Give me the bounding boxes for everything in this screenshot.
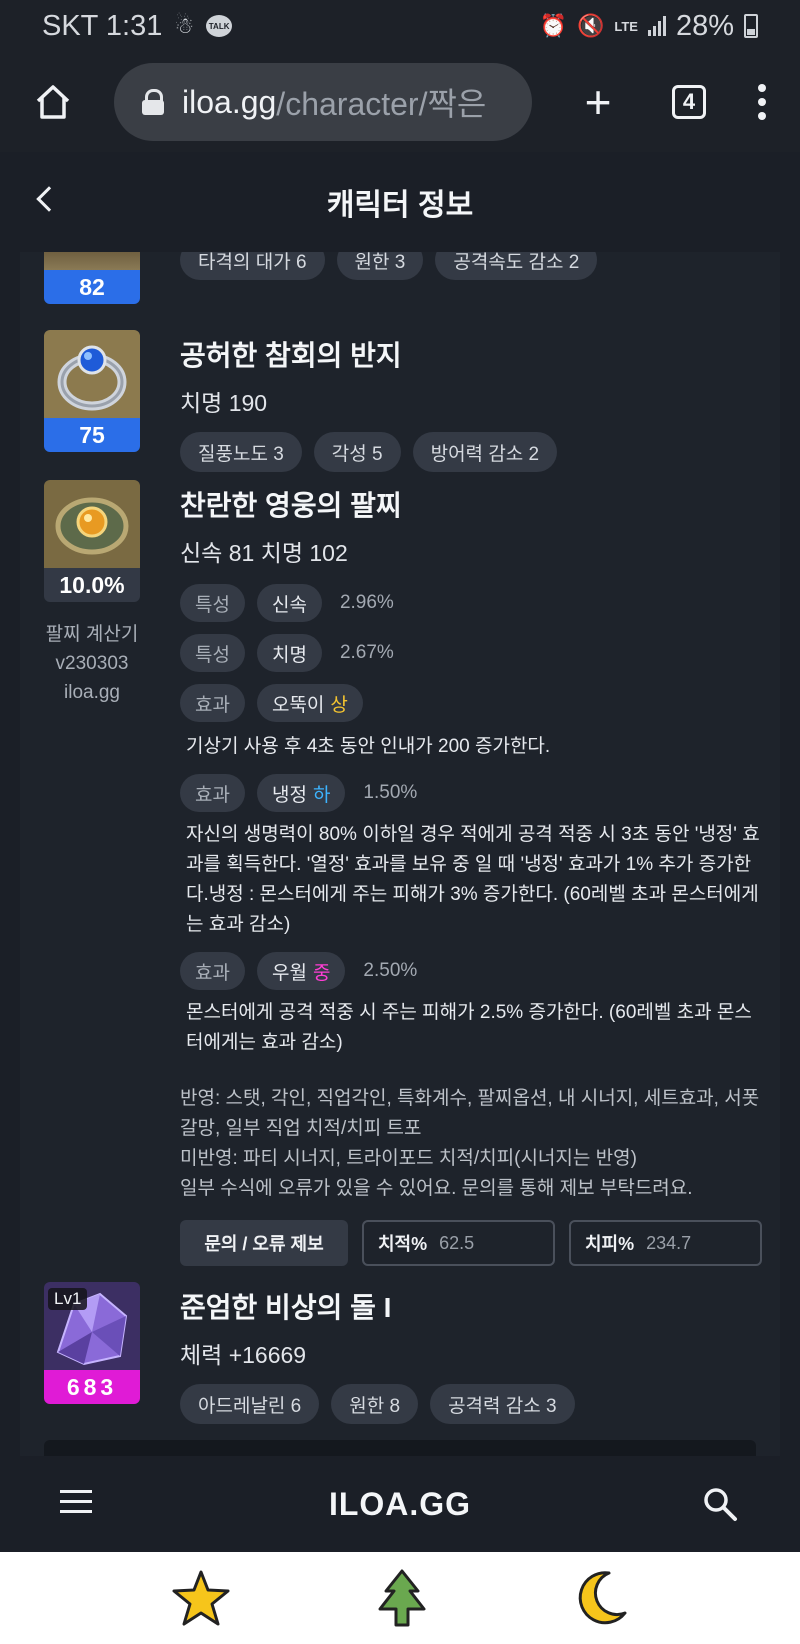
site-logo[interactable]: ILOA.GG xyxy=(329,1486,471,1523)
earring-image xyxy=(44,252,140,270)
option-percent: 2.50% xyxy=(363,960,418,981)
engraving-chip: 공격속도 감소 2 xyxy=(435,252,598,280)
option-grade: 하 xyxy=(312,784,331,806)
battery-icon xyxy=(744,14,758,38)
bracelet-image xyxy=(44,480,140,568)
crit-rate-field[interactable]: 치적% 62.5 xyxy=(362,1220,555,1266)
option-description: 기상기 사용 후 4초 동안 인내가 200 증가한다. xyxy=(186,736,551,757)
option-value: 냉정 하 xyxy=(256,774,346,812)
option-grade: 중 xyxy=(312,962,331,984)
option-description: 몬스터에게 공격 적중 시 주는 피해가 2.5% 증가한다. (60레벨 초과… xyxy=(186,1002,752,1053)
engraving-chip: 질풍노도 3 xyxy=(180,432,302,472)
item-quality: 82 xyxy=(44,270,140,304)
item-name: 준엄한 비상의 돌 I xyxy=(180,1292,392,1323)
android-navigation-bar xyxy=(0,1552,800,1644)
ring-icon xyxy=(44,330,140,418)
option-value: 신속 xyxy=(256,584,322,622)
option-value: 우월 중 xyxy=(256,952,346,990)
stone-image: Lv1 xyxy=(44,1282,140,1370)
item-stat: 체력 +16669 xyxy=(180,1342,307,1368)
option-value: 오뚝이 상 xyxy=(256,684,363,722)
bracelet-icon xyxy=(44,480,140,568)
report-error-button[interactable]: 문의 / 오류 제보 xyxy=(180,1220,348,1266)
option-description: 자신의 생명력이 80% 이하일 경우 적에게 공격 적중 시 3초 동안 '냉… xyxy=(186,824,760,935)
item-thumbnail: Lv1 683 xyxy=(44,1282,140,1404)
option-grade: 상 xyxy=(330,694,348,716)
option-value: 치명 xyxy=(256,634,322,672)
item-stat: 치명 190 xyxy=(180,390,268,416)
home-icon xyxy=(36,85,70,119)
lock-icon xyxy=(142,89,164,115)
error-note: 일부 수식에 오류가 있을 수 있어요. 문의를 통해 제보 부탁드려요. xyxy=(180,1178,693,1199)
character-content: 82 타격의 대가 6 원한 3 공격속도 감소 2 75 공허한 참회의 반지… xyxy=(20,252,780,1456)
engraving-chip: 각성 5 xyxy=(313,432,401,472)
signal-icon xyxy=(647,16,666,36)
notification-icon: ☃ xyxy=(174,13,195,38)
mute-icon: 🔇 xyxy=(576,13,605,38)
option-type: 효과 xyxy=(180,952,245,990)
engraving-chip: 아드레날린 6 xyxy=(180,1384,320,1424)
item-quality: 75 xyxy=(44,418,140,452)
item-thumbnail: 10.0% xyxy=(44,480,140,602)
back-icon[interactable] xyxy=(36,186,62,212)
search-icon[interactable] xyxy=(702,1486,738,1522)
hamburger-menu-icon[interactable] xyxy=(60,1490,92,1513)
option-type: 특성 xyxy=(180,634,245,672)
star-icon[interactable] xyxy=(171,1569,231,1627)
reflected-note: 반영: 스탯, 각인, 직업각인, 특화계수, 팔찌옵션, 내 시너지, 세트효… xyxy=(180,1088,760,1139)
ring-image xyxy=(44,330,140,418)
bracelet-option: 효과 오뚝이 상 xyxy=(180,684,764,722)
option-type: 특성 xyxy=(180,584,245,622)
new-tab-button[interactable]: + xyxy=(576,79,620,125)
engraving-chip: 원한 8 xyxy=(331,1384,419,1424)
browser-toolbar: iloa.gg/character/짝은 + 4 xyxy=(0,52,800,152)
item-name: 찬란한 영웅의 팔찌 xyxy=(180,490,402,521)
battery-percent: 28% xyxy=(675,9,734,42)
stone-engraving-points: 683 xyxy=(44,1370,140,1404)
bracelet-percent: 10.0% xyxy=(44,568,140,602)
engraving-chip: 공격력 감소 3 xyxy=(430,1384,575,1424)
status-bar: SKT 1:31 ☃ TALK ⏰ 🔇 LTE 28% xyxy=(0,0,800,52)
item-stat: 신속 81 치명 102 xyxy=(180,540,348,566)
home-button[interactable] xyxy=(28,77,78,127)
bracelet-option: 특성 치명 2.67% xyxy=(180,634,764,672)
alarm-icon: ⏰ xyxy=(539,13,567,38)
url-host: iloa.gg xyxy=(182,83,277,120)
moon-icon[interactable] xyxy=(573,1569,629,1627)
bracelet-calculator-label: 팔찌 계산기 v230303 iloa.gg xyxy=(45,624,139,703)
page-title: 캐릭터 정보 xyxy=(326,189,474,222)
crit-damage-field[interactable]: 치피% 234.7 xyxy=(569,1220,762,1266)
url-path: /character/짝은 xyxy=(276,86,487,122)
engraving-chip: 원한 3 xyxy=(336,252,424,280)
engraving-chip: 타격의 대가 6 xyxy=(180,252,325,280)
option-type: 효과 xyxy=(180,684,245,722)
item-thumbnail: 75 xyxy=(44,330,140,452)
option-percent: 2.96% xyxy=(339,592,394,613)
bracelet-option: 특성 신속 2.96% xyxy=(180,584,764,622)
engraving-chip: 방어력 감소 2 xyxy=(412,432,558,472)
bracelet-option: 효과 우월 중 2.50% xyxy=(180,952,764,990)
unreflected-note: 미반영: 파티 시너지, 트라이포드 치적/치피(시너지는 반영) xyxy=(180,1148,637,1169)
network-type: LTE xyxy=(614,18,638,34)
page-header: 캐릭터 정보 xyxy=(0,152,800,252)
talk-icon: TALK xyxy=(206,15,233,37)
next-section-bar xyxy=(44,1440,756,1456)
bracelet-option: 효과 냉정 하 1.50% xyxy=(180,774,764,812)
tab-switcher-button[interactable]: 4 xyxy=(672,85,706,119)
option-type: 효과 xyxy=(180,774,245,812)
stone-level-badge: Lv1 xyxy=(48,1288,88,1310)
browser-menu-button[interactable] xyxy=(758,84,766,120)
url-bar[interactable]: iloa.gg/character/짝은 xyxy=(114,63,532,141)
item-thumbnail: 82 xyxy=(44,252,140,304)
tree-icon[interactable] xyxy=(372,1567,432,1629)
option-percent: 2.67% xyxy=(339,642,394,663)
site-navigation: ILOA.GG xyxy=(0,1456,800,1552)
option-percent: 1.50% xyxy=(363,782,418,803)
carrier-time: SKT 1:31 xyxy=(42,9,163,42)
item-name: 공허한 참회의 반지 xyxy=(180,340,402,371)
